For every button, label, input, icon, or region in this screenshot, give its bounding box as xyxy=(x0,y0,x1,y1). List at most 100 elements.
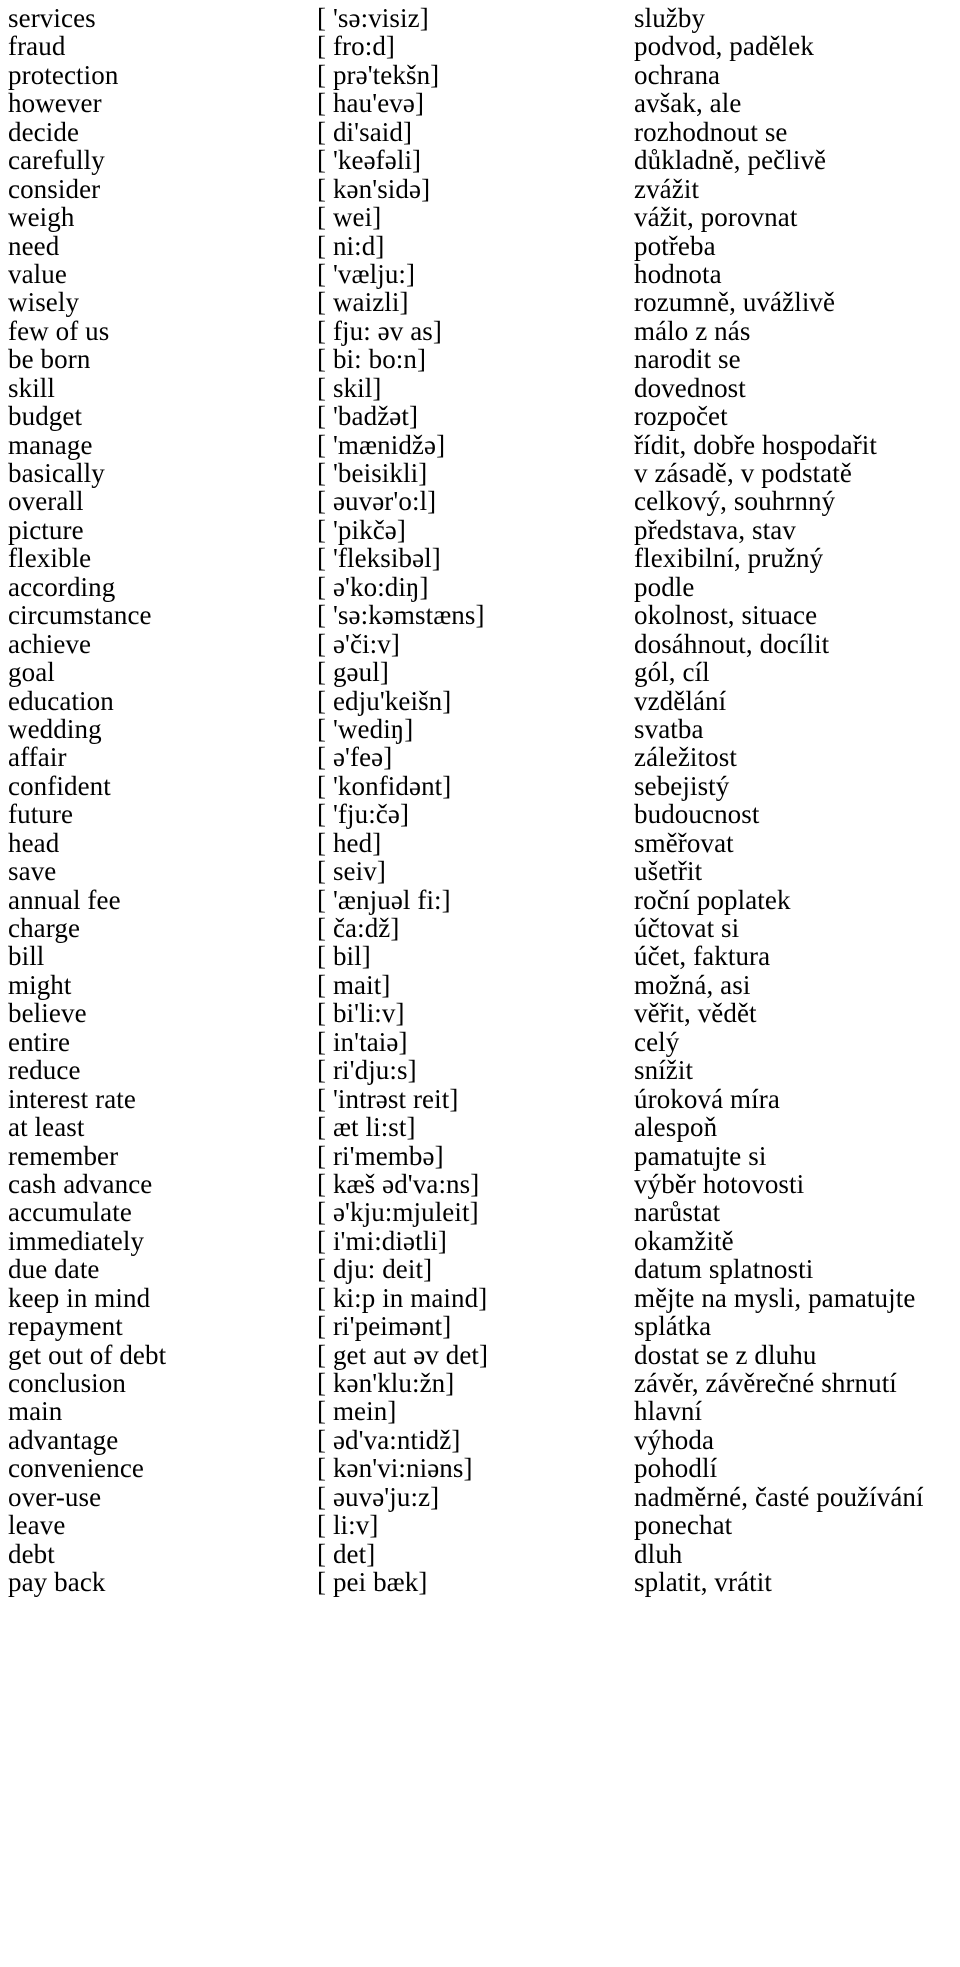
word-text: flexible xyxy=(8,543,92,574)
vocabulary-row: confident [ 'konfidənt] sebejistý xyxy=(0,770,960,801)
phonetic-text: [ əuvə'ju:z] xyxy=(317,1481,440,1512)
translation-text: budoucnost xyxy=(634,799,760,830)
translation-text: závěr, závěrečné shrnutí xyxy=(634,1368,897,1398)
translation-text: rozhodnout se xyxy=(634,116,788,147)
vocabulary-row: head [ hed] směřovat xyxy=(0,827,960,858)
translation-text: výhoda xyxy=(634,1424,715,1455)
word-text: skill xyxy=(8,372,56,403)
phonetic-text: [ fju: əv as] xyxy=(317,315,443,346)
word-text: remember xyxy=(8,1140,119,1171)
word-text: confident xyxy=(8,770,111,801)
word-text: immediately xyxy=(8,1225,145,1256)
vocabulary-row: decide [ di'said] rozhodnout se xyxy=(0,116,960,147)
word-text: wisely xyxy=(8,287,80,318)
word-text: reduce xyxy=(8,1055,81,1086)
translation-text: rozumně, uvážlivě xyxy=(634,287,836,318)
word-text: fraud xyxy=(8,31,66,62)
word-text: circumstance xyxy=(8,600,152,631)
word-text: decide xyxy=(8,116,80,147)
translation-text: datum splatnosti xyxy=(634,1254,814,1285)
translation-text: dostat se z dluhu xyxy=(634,1339,817,1370)
vocabulary-row: remember [ ri'membə] pamatujte si xyxy=(0,1140,960,1171)
translation-text: hodnota xyxy=(634,258,722,289)
translation-text: vzdělání xyxy=(634,685,727,716)
vocabulary-row: over-use [ əuvə'ju:z] nadměrné, časté použ… xyxy=(0,1481,960,1512)
phonetic-text: [ ri'dju:s] xyxy=(317,1055,417,1086)
word-text: few of us xyxy=(8,315,110,346)
phonetic-text: [ ə'ko:diŋ] xyxy=(317,571,429,602)
phonetic-text: [ 'sə:visiz] xyxy=(317,3,429,33)
translation-text: v zásadě, v podstatě xyxy=(634,458,852,488)
word-text: convenience xyxy=(8,1453,145,1484)
vocabulary-row: future [ 'fju:čə] budoucnost xyxy=(0,799,960,830)
phonetic-text: [ det] xyxy=(317,1538,376,1569)
translation-text: svatba xyxy=(634,713,704,744)
translation-text: gól, cíl xyxy=(634,657,710,688)
vocabulary-row: protection [ prə'tekšn] ochrana xyxy=(0,59,960,90)
translation-text: úroková míra xyxy=(634,1083,780,1114)
word-text: at least xyxy=(8,1112,85,1143)
translation-text: řídit, dobře hospodařit xyxy=(634,429,878,460)
phonetic-text: [ bi: bo:n] xyxy=(317,344,427,375)
word-text: entire xyxy=(8,1026,71,1057)
vocabulary-row: pay back [ pei bæk] splatit, vrátit xyxy=(0,1567,960,1598)
vocabulary-row: entire [ in'taiə] celý xyxy=(0,1026,960,1057)
translation-text: výběr hotovosti xyxy=(634,1168,805,1199)
word-text: wedding xyxy=(8,713,102,744)
vocabulary-row: save [ seiv] ušetřit xyxy=(0,856,960,887)
word-text: conclusion xyxy=(8,1368,126,1398)
phonetic-text: [ i'mi:diətli] xyxy=(317,1225,447,1256)
translation-text: alespoň xyxy=(634,1112,718,1143)
translation-text: celý xyxy=(634,1026,680,1057)
vocabulary-row: conclusion [ kən'klu:žn] závěr, závěrečné … xyxy=(0,1368,960,1398)
phonetic-text: [ 'badžət] xyxy=(317,401,419,432)
phonetic-text: [ seiv] xyxy=(317,856,386,887)
word-text: need xyxy=(8,230,60,261)
vocabulary-row: debt [ det] dluh xyxy=(0,1538,960,1569)
translation-text: hlavní xyxy=(634,1396,703,1427)
translation-text: možná, asi xyxy=(634,969,751,1000)
translation-text: potřeba xyxy=(634,230,716,261)
vocabulary-row: cash advance [ kæš əd'va:ns] výběr hotovos… xyxy=(0,1168,960,1199)
word-text: be born xyxy=(8,344,91,375)
translation-text: narodit se xyxy=(634,344,741,375)
phonetic-text: [ 'wediŋ] xyxy=(317,713,414,744)
word-text: pay back xyxy=(8,1567,106,1598)
translation-text: služby xyxy=(634,3,706,33)
translation-text: málo z nás xyxy=(634,315,751,346)
translation-text: flexibilní, pružný xyxy=(634,543,824,574)
phonetic-text: [ hau'evə] xyxy=(317,88,425,119)
translation-text: okamžitě xyxy=(634,1225,734,1256)
vocabulary-row: flexible [ 'fleksibəl] flexibilní, pružný xyxy=(0,543,960,574)
vocabulary-row: advantage [ əd'va:ntidž] výhoda xyxy=(0,1424,960,1455)
translation-text: ochrana xyxy=(634,59,721,90)
vocabulary-row: charge [ ča:dž] účtovat si xyxy=(0,914,960,943)
phonetic-text: [ ə'kju:mjuleit] xyxy=(317,1197,479,1228)
word-text: manage xyxy=(8,429,93,460)
word-text: however xyxy=(8,88,102,119)
phonetic-text: [ 'vælju:] xyxy=(317,258,416,289)
phonetic-text: [ hed] xyxy=(317,827,382,858)
vocabulary-row: circumstance [ 'sə:kəmstæns] okolnost, sit… xyxy=(0,600,960,631)
word-text: affair xyxy=(8,742,67,773)
word-text: services xyxy=(8,3,96,33)
vocabulary-row: consider [ kən'sidə] zvážit xyxy=(0,174,960,203)
vocabulary-row: immediately [ i'mi:diətli] okamžitě xyxy=(0,1225,960,1256)
word-text: achieve xyxy=(8,628,92,659)
word-text: education xyxy=(8,685,114,716)
phonetic-text: [ li:v] xyxy=(317,1510,379,1541)
phonetic-text: [ 'beisikli] xyxy=(317,458,428,488)
word-text: due date xyxy=(8,1254,100,1285)
phonetic-text: [ gəul] xyxy=(317,657,389,688)
phonetic-text: [ 'pikčə] xyxy=(317,514,406,545)
phonetic-text: [ 'fleksibəl] xyxy=(317,543,441,574)
word-text: over-use xyxy=(8,1481,102,1512)
translation-text: podle xyxy=(634,571,695,602)
translation-text: pamatujte si xyxy=(634,1140,767,1171)
phonetic-text: [ mein] xyxy=(317,1396,397,1427)
vocabulary-row: goal [ gəul] gól, cíl xyxy=(0,657,960,688)
word-text: repayment xyxy=(8,1311,123,1342)
vocabulary-row: budget [ 'badžət] rozpočet xyxy=(0,401,960,432)
translation-text: záležitost xyxy=(634,742,737,773)
vocabulary-row: overall [ əuvər'o:l] celkový, souhrnný xyxy=(0,487,960,516)
